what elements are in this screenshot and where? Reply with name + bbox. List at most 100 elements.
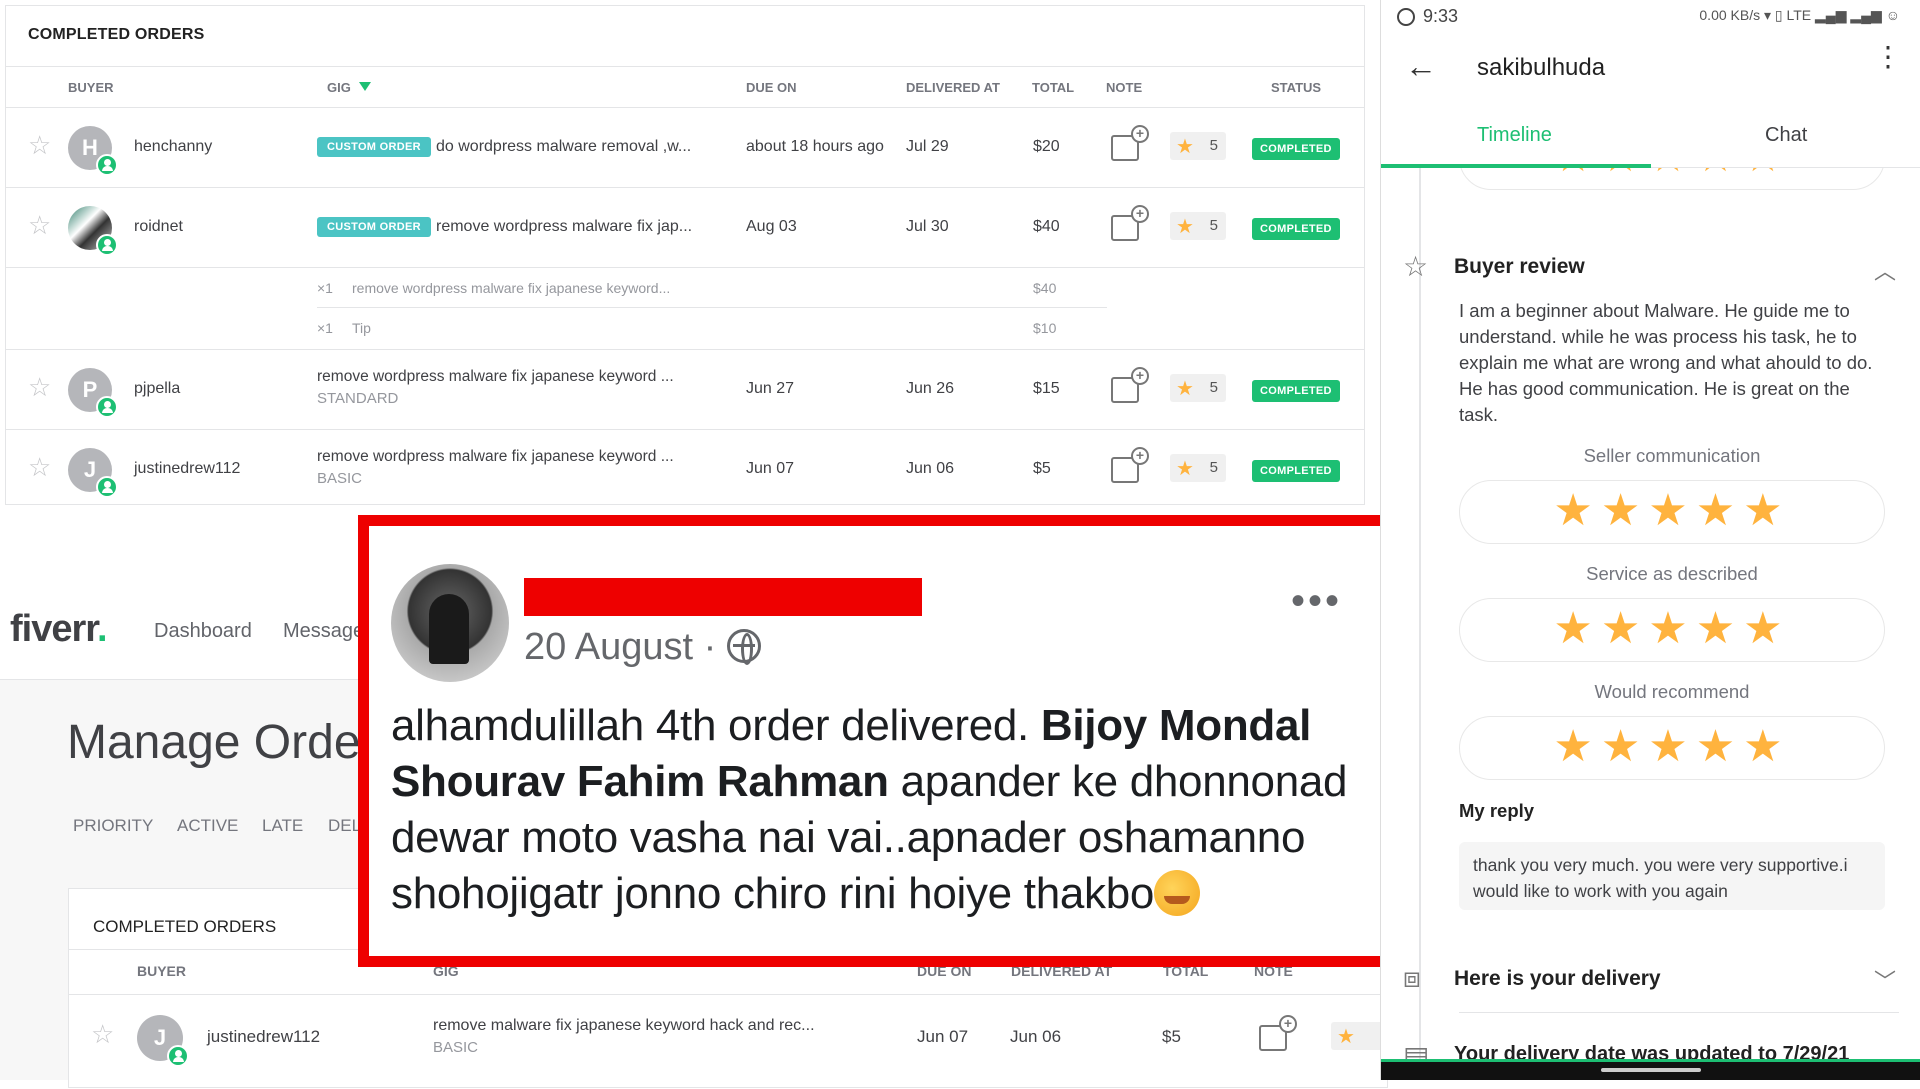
tab-delivered[interactable]: DEL xyxy=(328,816,361,836)
buyer-name[interactable]: henchanny xyxy=(134,138,212,156)
table-title: COMPLETED ORDERS xyxy=(28,26,205,43)
add-note-icon[interactable]: + xyxy=(1259,1015,1297,1051)
header-gig[interactable]: GIG xyxy=(327,80,351,95)
total: $5 xyxy=(1162,1027,1181,1046)
table-row[interactable]: ☆ roidnet CUSTOM ORDER remove wordpress … xyxy=(6,188,1364,268)
header-note: NOTE xyxy=(1106,80,1143,95)
delivery-title[interactable]: Here is your delivery xyxy=(1454,967,1661,991)
filter-icon[interactable] xyxy=(359,82,371,91)
table-row[interactable]: ☆ J justinedrew112 remove wordpress malw… xyxy=(6,430,1364,506)
package-label: BASIC xyxy=(433,1039,479,1056)
due-on: about 18 hours ago xyxy=(746,138,884,155)
page-title: Manage Orde xyxy=(67,716,361,769)
star-icon[interactable]: ☆ xyxy=(28,212,51,238)
nav-messages[interactable]: Message xyxy=(283,620,364,643)
delivered-at: Jun 26 xyxy=(906,380,955,397)
table-row[interactable]: ☆ J justinedrew112 remove malware fix ja… xyxy=(69,995,1387,1089)
more-options-icon[interactable]: ••• xyxy=(1291,581,1342,621)
header-delivered: DELIVERED AT xyxy=(906,80,1000,95)
rating-badge: ★ 5 xyxy=(1170,132,1226,160)
star-icon[interactable]: ☆ xyxy=(91,1021,114,1047)
buyer-name[interactable]: justinedrew112 xyxy=(134,460,240,478)
star-outline-icon: ☆ xyxy=(1403,251,1429,282)
table-header: BUYER GIG DUE ON DELIVERED AT TOTAL NOTE… xyxy=(6,66,1364,108)
chat-username: sakibulhuda xyxy=(1477,54,1606,81)
buyer-name[interactable]: pjpella xyxy=(134,380,180,398)
active-tab-indicator xyxy=(1381,164,1651,168)
header-buyer: BUYER xyxy=(68,80,114,95)
tab-timeline[interactable]: Timeline xyxy=(1477,124,1552,147)
table-row[interactable]: ☆ P pjpella remove wordpress malware fix… xyxy=(6,350,1364,430)
fiverr-logo[interactable]: fiverr. xyxy=(10,608,107,651)
chevron-down-icon[interactable]: ﹀ xyxy=(1874,964,1896,996)
star-icon: ★ xyxy=(1337,1026,1355,1048)
gesture-nav-bar[interactable] xyxy=(1381,1062,1920,1080)
due-on: Jun 07 xyxy=(746,460,795,477)
rating-badge: ★ 5 xyxy=(1170,374,1226,402)
rating-badge: ★ 5 xyxy=(1170,454,1226,482)
subitem-label: Tip xyxy=(352,320,371,336)
tab-active[interactable]: ACTIVE xyxy=(177,816,238,836)
star-icon[interactable]: ☆ xyxy=(28,454,51,480)
star-icon[interactable]: ☆ xyxy=(28,374,51,400)
phone-order-timeline: 9:33 0.00 KB/s ▾ ▯ LTE ▂▄▆ ▂▄▆ ☺ ← sakib… xyxy=(1380,0,1920,1080)
star-icon: ★ xyxy=(1176,458,1194,480)
user-status-icon xyxy=(96,396,118,418)
smiling-face-with-hearts-icon xyxy=(1154,870,1201,916)
delivered-at: Jun 06 xyxy=(906,460,955,477)
add-note-icon[interactable]: + xyxy=(1111,447,1149,483)
rating-stars-row: ★★★★★ xyxy=(1459,598,1885,662)
tab-priority[interactable]: PRIORITY xyxy=(73,816,153,836)
avatar[interactable]: H xyxy=(68,126,118,176)
rating-stars-row: ★★★★★ xyxy=(1459,480,1885,544)
tab-late[interactable]: LATE xyxy=(262,816,303,836)
avatar[interactable]: P xyxy=(68,368,118,418)
gig-title[interactable]: remove wordpress malware fix japanese ke… xyxy=(317,448,674,466)
buyer-review-title[interactable]: Buyer review xyxy=(1454,255,1585,279)
delivered-at: Jul 29 xyxy=(906,138,949,155)
app-bar: ← sakibulhuda ⋮ xyxy=(1381,34,1920,104)
add-note-icon[interactable]: + xyxy=(1111,205,1149,241)
user-status-icon xyxy=(96,154,118,176)
timeline-line xyxy=(1419,168,1421,1080)
buyer-name[interactable]: justinedrew112 xyxy=(207,1027,320,1047)
buyer-name[interactable]: roidnet xyxy=(134,218,183,236)
facebook-post-screenshot: 20 August · ••• alhamdulillah 4th order … xyxy=(358,515,1393,967)
star-icon: ★ xyxy=(1176,378,1194,400)
order-subitem: ×1 remove wordpress malware fix japanese… xyxy=(6,268,1364,308)
add-note-icon[interactable]: + xyxy=(1111,125,1149,161)
nav-dashboard[interactable]: Dashboard xyxy=(154,620,252,643)
more-vert-icon[interactable]: ⋮ xyxy=(1874,43,1902,71)
gig-title[interactable]: do wordpress malware removal ,w... xyxy=(436,138,691,156)
avatar[interactable] xyxy=(68,206,118,256)
subitem-amount: $40 xyxy=(1033,280,1057,296)
due-on: Jun 27 xyxy=(746,380,795,397)
due-on: Jun 07 xyxy=(917,1027,969,1046)
gig-title[interactable]: remove wordpress malware fix jap... xyxy=(436,218,692,236)
order-subitem: ×1 Tip $10 xyxy=(6,308,1364,350)
status-badge: COMPLETED xyxy=(1252,460,1340,482)
add-note-icon[interactable]: + xyxy=(1111,367,1149,403)
status-badge: COMPLETED xyxy=(1252,138,1340,160)
package-label: BASIC xyxy=(317,470,363,487)
globe-icon xyxy=(726,629,761,665)
user-status-icon xyxy=(167,1045,189,1067)
redacted-name-bar xyxy=(524,578,922,616)
chevron-up-icon[interactable]: ︿ xyxy=(1874,254,1896,286)
gig-title[interactable]: remove wordpress malware fix japanese ke… xyxy=(317,368,674,386)
back-arrow-icon[interactable]: ← xyxy=(1405,48,1437,85)
system-status-icons: 0.00 KB/s ▾ ▯ LTE ▂▄▆ ▂▄▆ ☺ xyxy=(1699,7,1900,23)
total: $40 xyxy=(1033,218,1060,235)
star-icon[interactable]: ☆ xyxy=(28,132,51,158)
table-row[interactable]: ☆ H henchanny CUSTOM ORDER do wordpress … xyxy=(6,108,1364,188)
post-text: alhamdulillah 4th order delivered. Bijoy… xyxy=(391,701,1348,918)
avatar[interactable]: J xyxy=(137,1015,189,1067)
criteria-label: Service as described xyxy=(1586,563,1758,584)
package-box-icon: ⧈ xyxy=(1403,962,1421,993)
gig-title[interactable]: remove malware fix japanese keyword hack… xyxy=(433,1017,815,1035)
tab-chat[interactable]: Chat xyxy=(1765,124,1807,147)
total: $15 xyxy=(1033,380,1060,397)
status-badge: COMPLETED xyxy=(1252,218,1340,240)
custom-order-tag: CUSTOM ORDER xyxy=(317,137,431,157)
avatar[interactable]: J xyxy=(68,448,118,498)
